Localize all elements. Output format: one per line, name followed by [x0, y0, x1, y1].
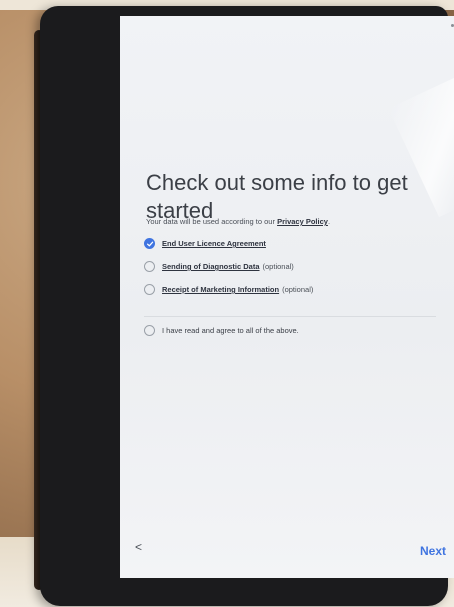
- setup-card: Check out some info to get started Your …: [136, 116, 436, 466]
- eula-link[interactable]: End User Licence Agreement: [162, 239, 266, 248]
- section-divider: [144, 316, 436, 317]
- marketing-info-checkbox[interactable]: [144, 284, 155, 295]
- tablet-screen: Check out some info to get started Your …: [120, 16, 454, 578]
- privacy-intro-end: .: [327, 217, 331, 226]
- diagnostic-data-link[interactable]: Sending of Diagnostic Data: [162, 262, 260, 271]
- option-agree-all[interactable]: I have read and agree to all of the abov…: [144, 325, 299, 336]
- option-marketing-info[interactable]: Receipt of Marketing Information (option…: [144, 284, 313, 295]
- diagnostic-data-checkbox[interactable]: [144, 261, 155, 272]
- diagnostic-optional-label: (optional): [262, 262, 294, 271]
- agree-all-checkbox[interactable]: [144, 325, 155, 336]
- next-button[interactable]: Next: [420, 544, 446, 558]
- tablet-device: Check out some info to get started Your …: [40, 6, 454, 606]
- privacy-intro-text: Your data will be used according to our: [146, 217, 278, 226]
- option-diagnostic-data[interactable]: Sending of Diagnostic Data (optional): [144, 261, 294, 272]
- privacy-policy-link[interactable]: Privacy Policy: [277, 217, 328, 226]
- agree-all-label: I have read and agree to all of the abov…: [162, 326, 299, 335]
- marketing-info-link[interactable]: Receipt of Marketing Information: [162, 285, 279, 294]
- check-icon: [146, 241, 153, 246]
- back-arrow-icon[interactable]: <: [135, 540, 142, 554]
- privacy-intro: Your data will be used according to our …: [146, 217, 330, 226]
- marketing-optional-label: (optional): [282, 285, 314, 294]
- option-eula[interactable]: End User Licence Agreement: [144, 238, 266, 249]
- eula-checkbox[interactable]: [144, 238, 155, 249]
